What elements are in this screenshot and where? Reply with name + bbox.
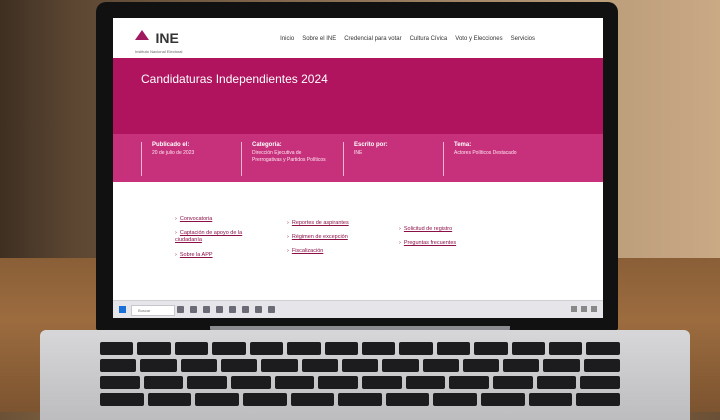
page-title: Candidaturas Independientes 2024 xyxy=(141,72,328,86)
link-preguntas[interactable]: › Preguntas frecuentes xyxy=(399,240,456,247)
logo-text: INE xyxy=(155,30,179,46)
system-tray xyxy=(571,306,597,312)
meta-category: Categoría: Dirección Ejecutiva de Prerro… xyxy=(241,142,330,176)
chevron-right-icon: › xyxy=(287,220,289,226)
nav-item-credencial[interactable]: Credencial para votar xyxy=(344,36,401,42)
windows-taskbar: Buscar xyxy=(113,300,603,318)
nav-item-inicio[interactable]: Inicio xyxy=(280,36,294,42)
link-label: Reportes de aspirantes xyxy=(291,220,349,226)
app-icon[interactable] xyxy=(242,306,249,313)
app-icon[interactable] xyxy=(229,306,236,313)
link-solicitud[interactable]: › Solicitud de registro xyxy=(399,226,452,233)
meta-value: INE xyxy=(354,150,363,156)
meta-bar: Publicado el: 20 de julio de 2023 Catego… xyxy=(113,134,603,182)
link-label: Régimen de excepción xyxy=(291,234,348,240)
app-icon[interactable] xyxy=(268,306,275,313)
link-label: Preguntas frecuentes xyxy=(403,240,457,246)
meta-value: 20 de julio de 2023 xyxy=(152,150,195,156)
meta-published: Publicado el: 20 de julio de 2023 xyxy=(141,142,230,176)
logo-subtitle: Instituto Nacional Electoral xyxy=(135,49,183,54)
chevron-right-icon: › xyxy=(175,230,177,236)
tray-icon[interactable] xyxy=(591,306,597,312)
app-icon[interactable] xyxy=(177,306,184,313)
chevron-right-icon: › xyxy=(175,216,177,222)
tray-icon[interactable] xyxy=(581,306,587,312)
links-section: › Convocatoria › Captación de apoyo de la … xyxy=(113,182,603,282)
nav-item-voto-elecciones[interactable]: Voto y Elecciones xyxy=(455,36,502,42)
app-icon[interactable] xyxy=(190,306,197,313)
ine-logo-icon xyxy=(135,30,149,40)
link-captacion[interactable]: › Captación de apoyo de la ciudadanía xyxy=(175,230,255,244)
search-placeholder: Buscar xyxy=(138,308,151,313)
link-label: Convocatoria xyxy=(179,216,213,222)
nav-item-sobre-el-ine[interactable]: Sobre el INE xyxy=(302,36,336,42)
meta-value: Actores Políticos Destacado xyxy=(454,150,517,156)
chevron-right-icon: › xyxy=(287,234,289,240)
app-icon[interactable] xyxy=(203,306,210,313)
taskbar-apps xyxy=(177,306,275,313)
chevron-right-icon: › xyxy=(399,226,401,232)
app-icon[interactable] xyxy=(216,306,223,313)
meta-topic: Tema: Actores Políticos Destacado xyxy=(443,142,524,176)
link-sobre-app[interactable]: › Sobre la APP xyxy=(175,252,213,259)
meta-value: Dirección Ejecutiva de Prerrogativas y P… xyxy=(252,150,326,163)
app-icon[interactable] xyxy=(255,306,262,313)
meta-label: Tema: xyxy=(454,142,472,148)
tray-icon[interactable] xyxy=(571,306,577,312)
chevron-right-icon: › xyxy=(175,252,177,258)
taskbar-search-input[interactable]: Buscar xyxy=(131,305,175,316)
nav-item-servicios[interactable]: Servicios xyxy=(511,36,535,42)
link-label: Captación de apoyo de la ciudadanía xyxy=(175,230,243,243)
link-label: Solicitud de registro xyxy=(403,226,453,232)
meta-label: Escrito por: xyxy=(354,142,388,148)
keyboard xyxy=(100,342,621,412)
hero-banner: Candidaturas Independientes 2024 xyxy=(113,58,603,134)
link-label: Sobre la APP xyxy=(179,252,213,258)
windows-start-icon[interactable] xyxy=(119,306,126,313)
link-regimen[interactable]: › Régimen de excepción xyxy=(287,234,348,241)
main-menu: Inicio Sobre el INE Credencial para vota… xyxy=(280,36,535,42)
chevron-right-icon: › xyxy=(287,248,289,254)
ine-logo[interactable]: INE Instituto Nacional Electoral xyxy=(135,30,182,54)
meta-author: Escrito por: INE xyxy=(343,142,432,176)
nav-item-cultura-civica[interactable]: Cultura Cívica xyxy=(410,36,448,42)
site-navbar: INE Instituto Nacional Electoral Inicio … xyxy=(113,18,603,58)
link-convocatoria[interactable]: › Convocatoria xyxy=(175,216,212,223)
meta-label: Categoría: xyxy=(252,142,282,148)
chevron-right-icon: › xyxy=(399,240,401,246)
laptop-screen: INE Instituto Nacional Electoral Inicio … xyxy=(113,18,603,318)
link-fiscalizacion[interactable]: › Fiscalización xyxy=(287,248,323,255)
meta-label: Publicado el: xyxy=(152,142,190,148)
link-label: Fiscalización xyxy=(291,248,324,254)
link-reportes[interactable]: › Reportes de aspirantes xyxy=(287,220,349,227)
